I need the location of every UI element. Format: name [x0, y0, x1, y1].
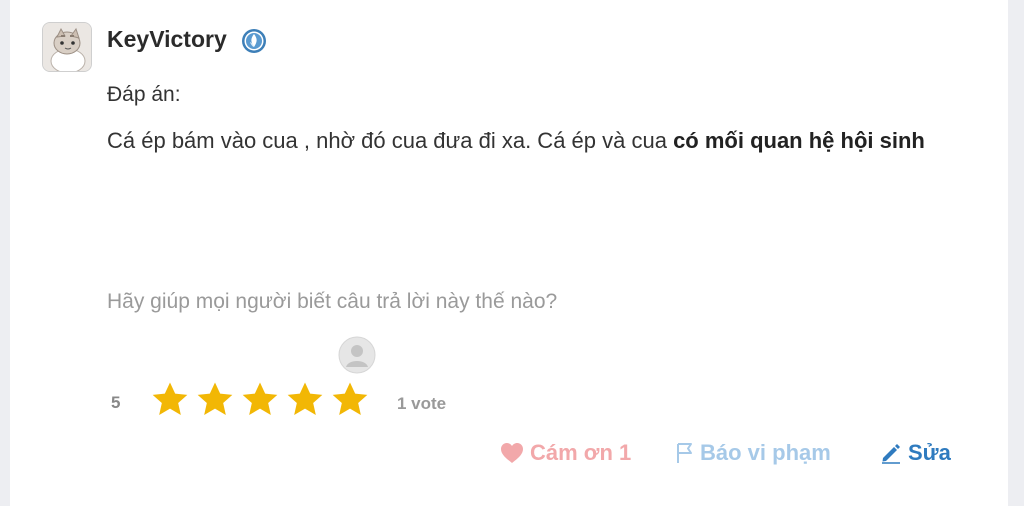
star-icon[interactable]: [150, 380, 190, 420]
star-icon[interactable]: [285, 380, 325, 420]
verified-badge-icon: [242, 29, 266, 53]
voter-avatar-icon[interactable]: [338, 336, 376, 374]
report-button[interactable]: Báo vi phạm: [676, 440, 831, 466]
star-icon[interactable]: [240, 380, 280, 420]
thank-button[interactable]: Cám ơn 1: [500, 440, 631, 466]
answer-text-plain: Cá ép bám vào cua , nhờ đó cua đưa đi xa…: [107, 128, 674, 153]
pencil-icon: [882, 444, 900, 464]
answer-card: KeyVictory Đáp án: Cá ép bám vào cua , n…: [10, 0, 1008, 506]
star-icon[interactable]: [330, 380, 370, 420]
star-rating[interactable]: [150, 380, 370, 420]
avatar-image: [43, 23, 91, 71]
username[interactable]: KeyVictory: [107, 26, 227, 53]
edit-label: Sửa: [908, 440, 951, 465]
heart-icon: [501, 443, 523, 463]
answer-text: Cá ép bám vào cua , nhờ đó cua đưa đi xa…: [107, 124, 987, 157]
flag-icon: [677, 443, 692, 463]
user-avatar[interactable]: [42, 22, 92, 72]
vote-count: 1 vote: [397, 394, 447, 413]
thank-label: Cám ơn 1: [530, 440, 632, 465]
answer-label: Đáp án:: [107, 83, 181, 106]
rating-prompt: Hãy giúp mọi người biết câu trả lời này …: [107, 290, 558, 313]
answer-text-bold: có mối quan hệ hội sinh: [673, 128, 925, 153]
star-icon[interactable]: [195, 380, 235, 420]
edit-button[interactable]: Sửa: [880, 440, 951, 466]
report-label: Báo vi phạm: [700, 440, 831, 465]
rating-score: 5: [111, 393, 121, 412]
